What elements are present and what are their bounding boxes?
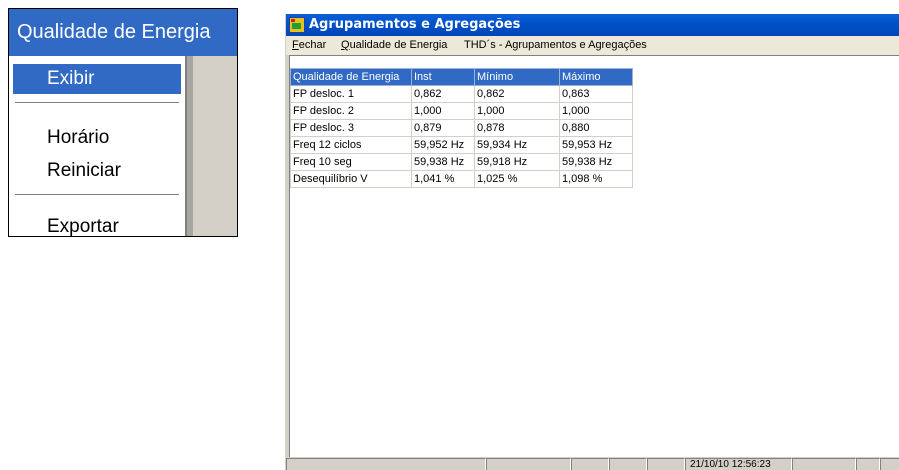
cell-label: Freq 12 ciclos [290,136,412,154]
cell-max: 59,953 Hz [559,136,633,154]
menu-item-horario[interactable]: Horário [9,123,185,153]
table-row[interactable]: Desequilíbrio V 1,041 % 1,025 % 1,098 % [290,170,633,188]
grid-header-row: Qualidade de Energia Inst Mínimo Máximo [290,68,633,86]
status-panel [609,458,647,470]
table-row[interactable]: FP desloc. 1 0,862 0,862 0,863 [290,85,633,103]
cell-label: FP desloc. 3 [290,119,412,137]
menu-item-exportar[interactable]: Exportar [9,212,185,236]
column-header-maximo[interactable]: Máximo [559,68,633,86]
app-icon [289,17,305,33]
column-header-minimo[interactable]: Mínimo [474,68,560,86]
cell-inst: 1,041 % [411,170,475,188]
column-header-qualidade[interactable]: Qualidade de Energia [290,68,412,86]
column-header-inst[interactable]: Inst [411,68,475,86]
status-panel [856,458,880,470]
cell-label: FP desloc. 2 [290,102,412,120]
menu-bar: Fechar Qualidade de Energia THD´s - Agru… [286,36,899,55]
menu-item-exibir[interactable]: Exibir [13,64,181,94]
zoomed-menu-panel: Qualidade de Energia Exibir Horário Rein… [8,8,238,237]
cell-inst: 1,000 [411,102,475,120]
cell-min: 1,000 [474,102,560,120]
table-row[interactable]: FP desloc. 3 0,879 0,878 0,880 [290,119,633,137]
status-bar: 21/10/10 12:56:23 [286,457,899,470]
cell-inst: 59,952 Hz [411,136,475,154]
table-row[interactable]: Freq 12 ciclos 59,952 Hz 59,934 Hz 59,95… [290,136,633,154]
status-panel [286,458,486,470]
data-grid: Qualidade de Energia Inst Mínimo Máximo … [290,68,633,188]
cell-min: 0,878 [474,119,560,137]
cell-label: Freq 10 seg [290,153,412,171]
dropdown-menu: Exibir Horário Reiniciar Exportar [9,56,187,236]
status-panel [792,458,856,470]
cell-max: 59,938 Hz [559,153,633,171]
cell-label: Desequilíbrio V [290,170,412,188]
status-timestamp: 21/10/10 12:56:23 [685,458,792,470]
status-panel [647,458,685,470]
grid-area: Qualidade de Energia Inst Mínimo Máximo … [289,55,899,457]
status-panel [486,458,571,470]
menu-shadow [187,56,193,236]
cell-inst: 59,938 Hz [411,153,475,171]
cell-min: 59,918 Hz [474,153,560,171]
menu-item-reiniciar[interactable]: Reiniciar [9,156,185,186]
cell-min: 59,934 Hz [474,136,560,154]
menu-title-qualidade-de-energia[interactable]: Qualidade de Energia [9,9,237,56]
table-row[interactable]: Freq 10 seg 59,938 Hz 59,918 Hz 59,938 H… [290,153,633,171]
menu-fechar[interactable]: Fechar [292,36,326,55]
menu-thds-agrupamentos[interactable]: THD´s - Agrupamentos e Agregações [464,36,647,55]
title-bar[interactable]: Agrupamentos e Agregações [286,14,899,36]
cell-max: 0,863 [559,85,633,103]
status-panel [571,458,609,470]
menu-separator [15,102,179,104]
app-window: Agrupamentos e Agregações Fechar Qualida… [285,14,899,470]
cell-min: 1,025 % [474,170,560,188]
window-title: Agrupamentos e Agregações [309,17,521,32]
cell-max: 1,098 % [559,170,633,188]
status-panel [880,458,899,470]
cell-label: FP desloc. 1 [290,85,412,103]
cell-inst: 0,879 [411,119,475,137]
menu-separator [15,194,179,196]
cell-inst: 0,862 [411,85,475,103]
table-row[interactable]: FP desloc. 2 1,000 1,000 1,000 [290,102,633,120]
cell-min: 0,862 [474,85,560,103]
menu-qualidade-de-energia[interactable]: Qualidade de Energia [341,36,447,55]
cell-max: 0,880 [559,119,633,137]
cell-max: 1,000 [559,102,633,120]
